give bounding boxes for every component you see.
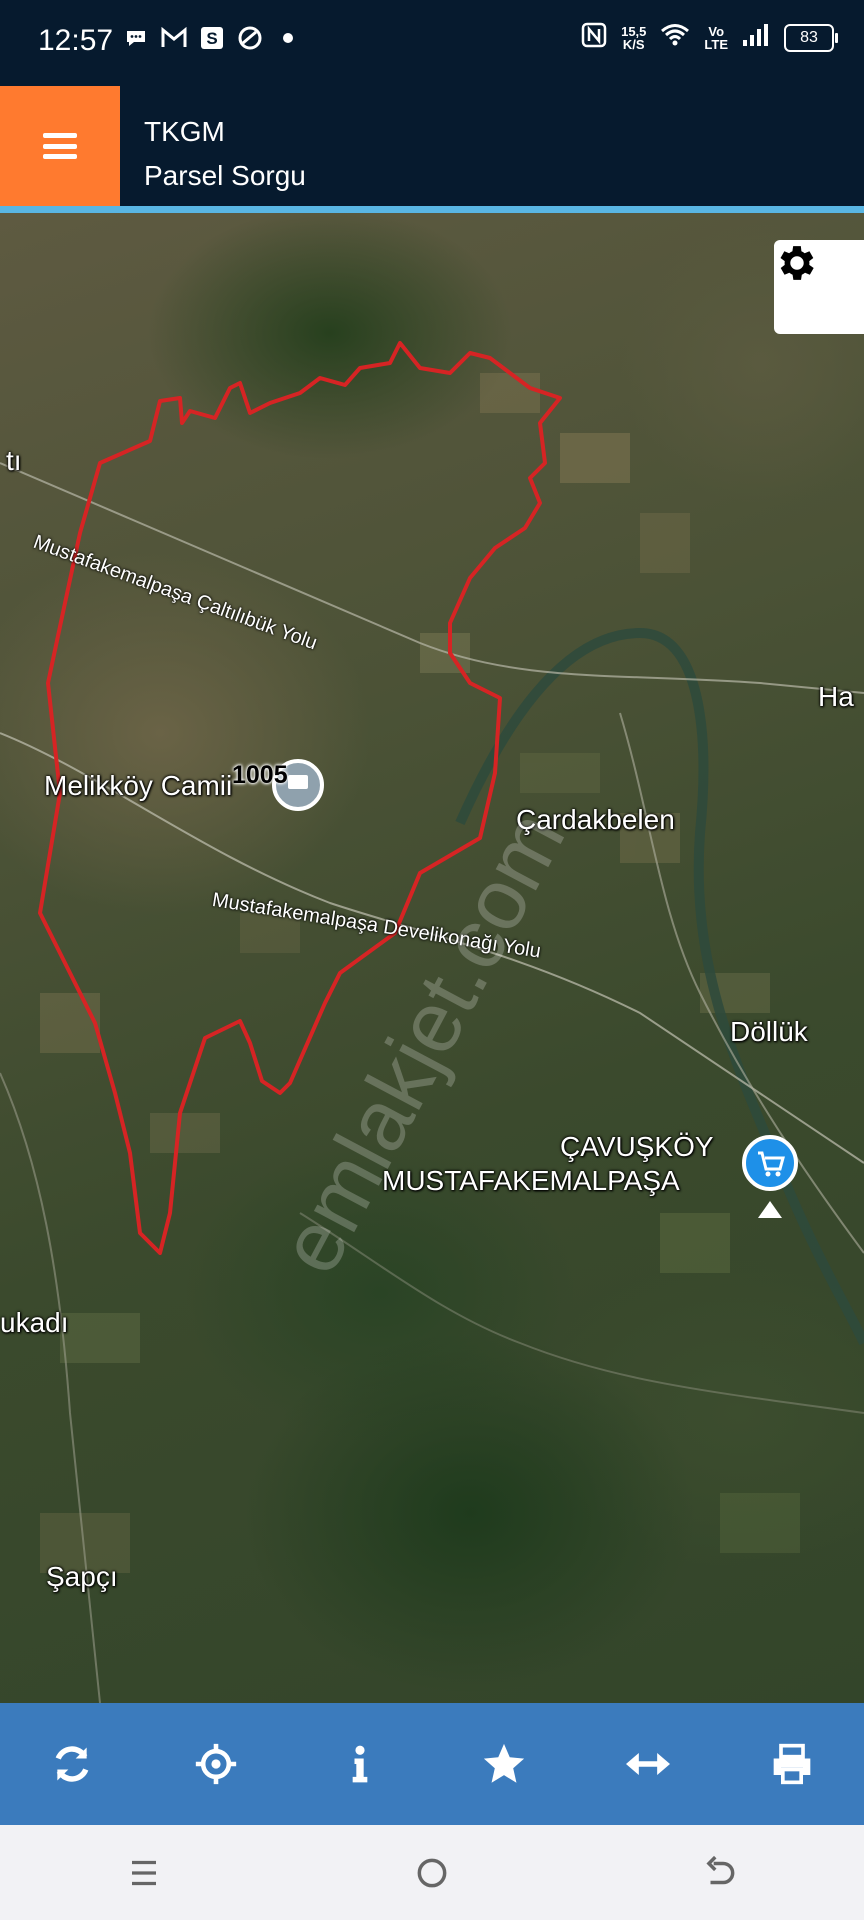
parcel-number-label: 1005 — [232, 761, 288, 789]
place-label-ukadi: ukadı — [0, 1307, 69, 1338]
measure-button[interactable] — [608, 1724, 688, 1804]
net-speed: 15,5 K/S — [621, 23, 647, 52]
settings-button[interactable] — [774, 240, 864, 334]
status-bar: 12:57 S 15,5 K/S Vo LTE 83 — [0, 0, 864, 86]
map-view[interactable]: Mustafakemalpaşa Çaltılıbük Yolu Mustafa… — [0, 213, 864, 1703]
print-button[interactable] — [752, 1724, 832, 1804]
wifi-icon — [660, 23, 690, 52]
back-icon — [706, 1855, 735, 1884]
place-label-mustafakemalpasa: MUSTAFAKEMALPAŞA — [382, 1165, 680, 1196]
system-icons: 15,5 K/S Vo LTE 83 — [581, 22, 838, 53]
app-bar: TKGM Parsel Sorgu — [0, 86, 864, 206]
chat-icon — [122, 24, 150, 52]
signal-icon — [742, 23, 770, 52]
nfc-icon — [581, 22, 607, 53]
volte-indicator: Vo LTE — [704, 23, 728, 52]
recent-apps-button[interactable] — [104, 1843, 184, 1903]
status-time: 12:57 — [38, 24, 114, 57]
s-app-icon: S — [198, 24, 226, 52]
arrows-horizontal-icon — [626, 1753, 670, 1775]
place-label-ti: tı — [6, 445, 22, 476]
hamburger-icon — [43, 133, 77, 159]
back-button[interactable] — [680, 1843, 760, 1903]
info-button[interactable] — [320, 1724, 400, 1804]
info-icon — [352, 1745, 368, 1783]
app-title: TKGM — [144, 116, 225, 147]
app-icon — [236, 24, 264, 52]
battery-icon: 83 — [784, 23, 838, 52]
place-label-sapci: Şapçı — [46, 1561, 118, 1592]
svg-text:S: S — [206, 29, 217, 48]
home-icon — [417, 1858, 447, 1887]
header-divider — [0, 206, 864, 213]
store-pin — [742, 1135, 798, 1218]
system-nav-bar — [0, 1825, 864, 1920]
crosshair-icon — [195, 1743, 237, 1785]
home-button[interactable] — [392, 1843, 472, 1903]
refresh-button[interactable] — [32, 1724, 112, 1804]
place-label-melikkoy: Melikköy Camii — [44, 770, 233, 801]
dot-icon — [274, 24, 302, 52]
gmail-icon — [160, 24, 188, 52]
recent-apps-icon — [132, 1860, 156, 1885]
favorite-button[interactable] — [464, 1724, 544, 1804]
place-label-dolluk: Döllük — [730, 1016, 808, 1047]
notification-icons: S — [122, 24, 302, 52]
star-icon — [483, 1743, 525, 1783]
menu-button[interactable] — [0, 86, 120, 206]
gear-icon — [780, 246, 814, 280]
app-subtitle: Parsel Sorgu — [144, 160, 306, 191]
locate-button[interactable] — [176, 1724, 256, 1804]
refresh-icon — [55, 1746, 89, 1782]
place-label-ha: Ha — [818, 681, 854, 712]
print-icon — [773, 1743, 811, 1785]
bottom-toolbar — [0, 1703, 864, 1825]
place-label-cavuskoy: ÇAVUŞKÖY — [560, 1131, 714, 1162]
